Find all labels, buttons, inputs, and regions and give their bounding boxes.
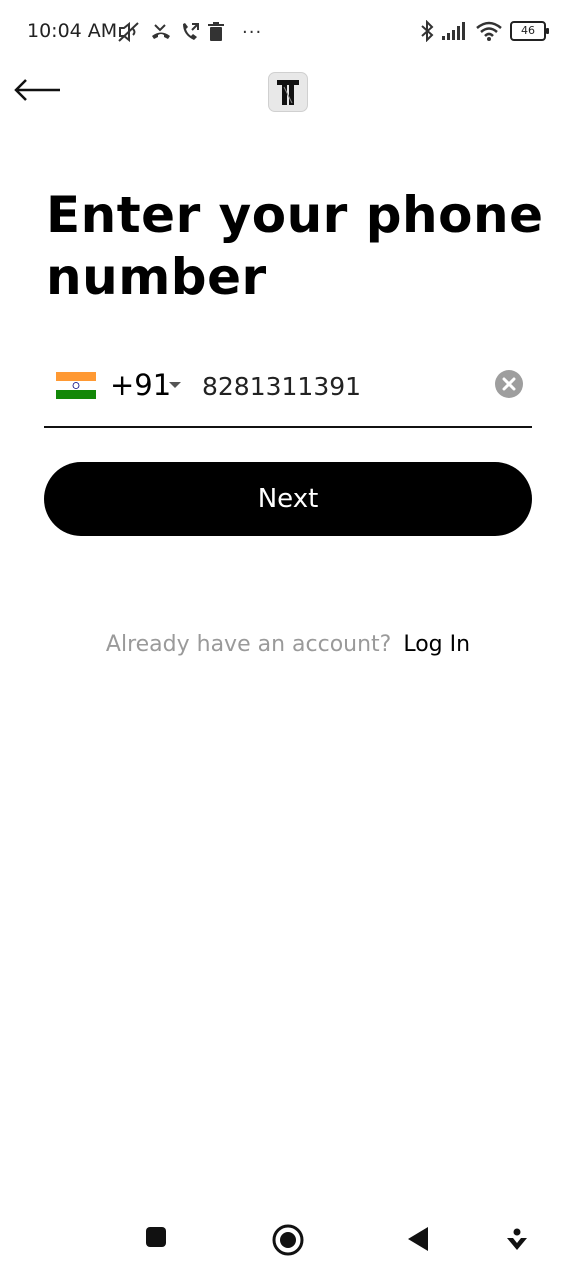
missed-call-icon — [152, 24, 170, 39]
status-icons-right: 46 — [420, 20, 549, 42]
chevron-down-icon[interactable] — [168, 380, 182, 390]
navigation-bar — [0, 1210, 576, 1280]
arrow-left-icon — [14, 79, 60, 101]
battery-icon: 46 — [510, 21, 549, 41]
country-code[interactable]: +91 — [110, 368, 171, 402]
status-overflow-icon: ··· — [242, 21, 263, 43]
phone-input-row: +91 — [44, 352, 532, 428]
phone-number-input[interactable] — [202, 366, 472, 406]
login-link[interactable]: Log In — [403, 632, 470, 657]
status-icons-left: ··· — [116, 20, 262, 44]
call-forward-icon — [183, 23, 199, 40]
back-icon[interactable] — [406, 1226, 430, 1252]
bluetooth-icon — [421, 20, 434, 42]
login-row: Already have an account? Log In — [0, 632, 576, 657]
recents-icon[interactable] — [145, 1226, 167, 1248]
status-bar: 10:04 AM ··· 46 — [0, 0, 576, 64]
page-title: Enter your phone number — [46, 186, 544, 306]
assistant-icon[interactable] — [506, 1228, 528, 1252]
status-time: 10:04 AM — [27, 20, 118, 42]
signal-icon — [442, 22, 465, 40]
next-button[interactable]: Next — [44, 462, 532, 536]
india-flag-icon[interactable] — [56, 372, 96, 399]
back-button[interactable] — [12, 72, 64, 108]
app-logo-icon — [277, 80, 299, 105]
app-logo — [268, 72, 308, 112]
trash-icon — [208, 22, 224, 41]
login-prompt: Already have an account? — [105, 632, 392, 657]
wifi-icon — [476, 21, 502, 41]
clear-icon[interactable] — [494, 369, 524, 399]
mute-icon — [118, 21, 139, 43]
home-icon[interactable] — [272, 1224, 304, 1256]
